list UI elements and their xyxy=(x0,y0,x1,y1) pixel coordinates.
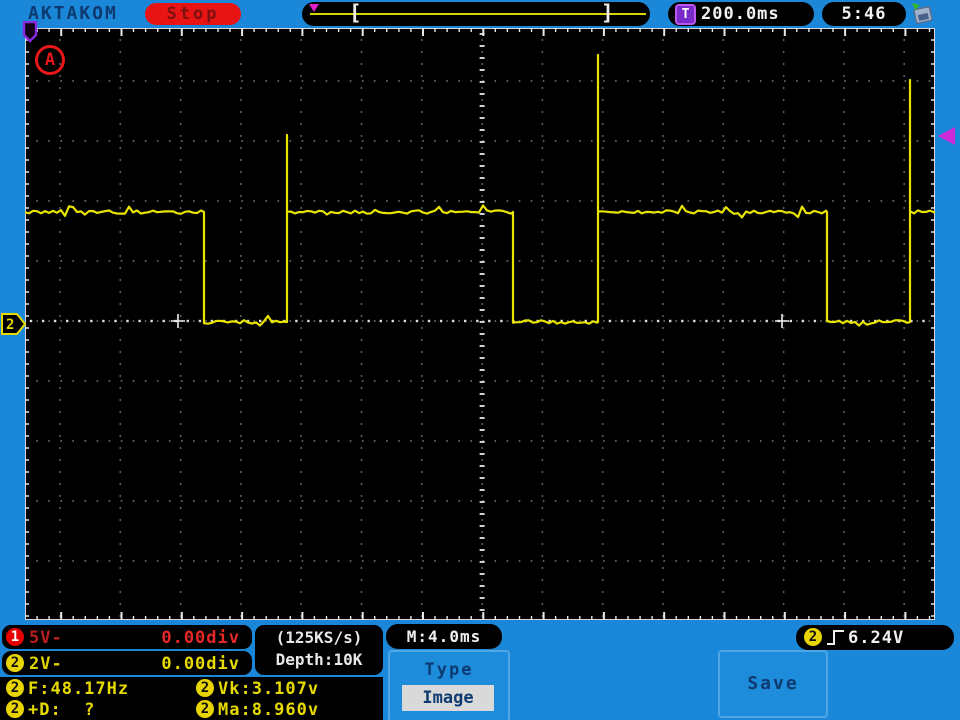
window-bracket-left: [ xyxy=(349,1,362,25)
clock: 5:46 xyxy=(822,2,906,26)
sample-rate: (125KS/s) xyxy=(275,628,363,647)
brand-logo: AKTAKOM xyxy=(28,3,118,24)
measure-duty: +D: ? xyxy=(28,700,96,720)
oscilloscope-screen: AKTAKOM Stop [ ] T 200.0ms 5:46 A 2 1 5V… xyxy=(0,0,960,720)
type-softkey-button[interactable]: Type Image xyxy=(388,650,510,720)
measure-vk: Vk:3.107v xyxy=(218,679,320,699)
waveform-display: A xyxy=(24,28,936,620)
channel2-position-marker[interactable]: 2 xyxy=(1,312,26,336)
horizontal-position-bar[interactable]: [ ] xyxy=(302,1,650,26)
trigger-time-readout: T 200.0ms xyxy=(668,2,814,26)
trigger-offscreen-marker-icon xyxy=(22,21,38,43)
measure-max: Ma:8.960v xyxy=(218,700,320,720)
usb-storage-icon xyxy=(912,3,933,24)
svg-text:2: 2 xyxy=(6,317,14,333)
graticule-and-trace xyxy=(24,28,936,620)
trigger-mode-indicator: A xyxy=(35,45,65,75)
channel1-readout: 1 5V- 0.00div xyxy=(2,625,252,649)
channel2-scale: 2V- xyxy=(29,654,63,674)
trigger-level-readout: 2 6.24V xyxy=(796,625,954,650)
trigger-level-value: 6.24V xyxy=(848,628,905,648)
measure-frequency: F:48.17Hz xyxy=(28,679,130,699)
type-softkey-label: Type xyxy=(424,660,474,680)
memory-depth: Depth:10K xyxy=(275,650,363,669)
channel1-offset: 0.00div xyxy=(161,628,240,648)
channel2-readout: 2 2V- 0.00div xyxy=(2,651,252,675)
type-value-chip[interactable]: Image xyxy=(402,685,494,711)
acquisition-readout: (125KS/s) Depth:10K xyxy=(255,625,383,675)
window-bracket-right: ] xyxy=(601,1,614,25)
trigger-source-badge: 2 xyxy=(804,628,822,646)
channel2-offset: 0.00div xyxy=(161,654,240,674)
measure-badge: 2 xyxy=(6,679,24,697)
trigger-time-value: 200.0ms xyxy=(701,4,780,24)
trigger-level-marker[interactable] xyxy=(936,126,956,146)
channel2-badge: 2 xyxy=(6,654,24,672)
rising-edge-icon xyxy=(827,630,844,645)
timebase-readout: M:4.0ms xyxy=(386,624,502,649)
channel1-badge: 1 xyxy=(6,628,24,646)
measure-badge: 2 xyxy=(196,700,214,718)
measurements-panel: 2 F:48.17Hz 2 Vk:3.107v 2 +D: ? 2 Ma:8.9… xyxy=(0,677,383,720)
save-softkey-button[interactable]: Save xyxy=(718,650,828,718)
measure-badge: 2 xyxy=(6,700,24,718)
run-state-button[interactable]: Stop xyxy=(145,3,241,25)
measure-badge: 2 xyxy=(196,679,214,697)
trigger-position-flag-icon xyxy=(309,4,319,12)
trigger-icon: T xyxy=(675,4,696,25)
channel1-scale: 5V- xyxy=(29,628,63,648)
